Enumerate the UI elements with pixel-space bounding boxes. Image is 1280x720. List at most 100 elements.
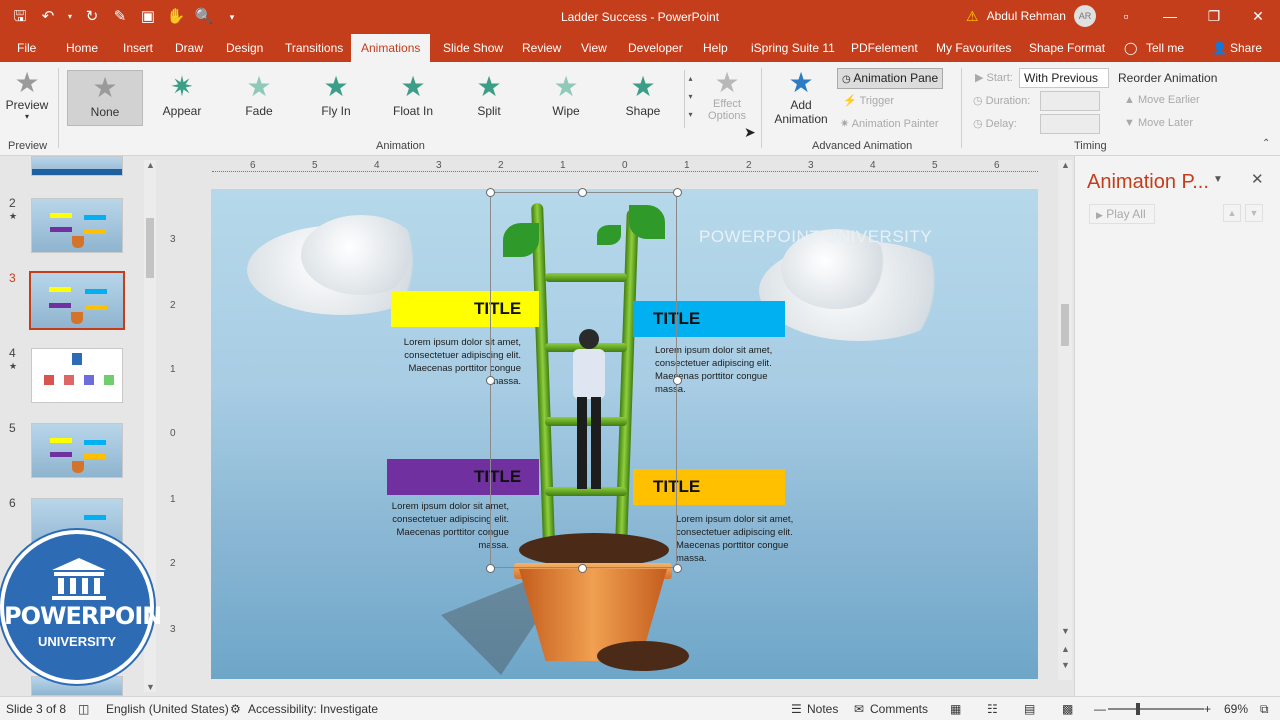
slide[interactable]: POWERPOINT UNIVERSITY TITLE Lorem ipsum … [211, 189, 1038, 679]
tab-slide-show[interactable]: Slide Show [443, 34, 503, 62]
restore-icon[interactable]: ❐ [1192, 0, 1236, 32]
slide-thumbnail-1[interactable] [31, 156, 123, 176]
animation-wipe[interactable]: ★ Wipe [528, 70, 604, 126]
move-earlier-button[interactable]: ▲ Move Earlier [1124, 94, 1200, 106]
tab-help[interactable]: Help [703, 34, 728, 62]
scroll-down-icon[interactable]: ▼ [1061, 626, 1070, 636]
slide-thumbnail-3[interactable] [29, 271, 125, 330]
comments-button[interactable]: Comments [870, 702, 928, 716]
animation-appear[interactable]: ✷ Appear [144, 70, 220, 126]
resize-handle[interactable] [486, 564, 495, 573]
slide-thumbnail-2[interactable] [31, 198, 123, 253]
body-text-3[interactable]: Lorem ipsum dolor sit amet, consectetuer… [375, 500, 509, 552]
reading-view-icon[interactable]: ▤ [1024, 702, 1035, 716]
add-animation-button[interactable]: ★ Add Animation [768, 68, 834, 127]
collapse-ribbon-icon[interactable]: ⌃ [1262, 138, 1270, 149]
zoom-slider[interactable] [1108, 703, 1204, 715]
animation-float-in[interactable]: ★ Float In [375, 70, 451, 126]
avatar[interactable]: AR [1073, 5, 1096, 27]
canvas-scrollbar[interactable]: ▲ ▼ ▲ ▼ [1058, 160, 1072, 680]
animation-painter-button[interactable]: ✷ Animation Painter [840, 117, 939, 130]
scroll-up-icon[interactable]: ▲ [146, 160, 155, 170]
scrollbar-thumb[interactable] [1061, 304, 1069, 346]
preview-button[interactable]: ★ Preview ▾ [4, 68, 50, 122]
tab-developer[interactable]: Developer [628, 34, 683, 62]
move-down-icon[interactable]: ▼ [1245, 204, 1263, 222]
chevron-down-icon[interactable]: ▾ [685, 88, 696, 106]
gallery-more-icon[interactable]: ▾ [685, 106, 696, 124]
next-slide-icon[interactable]: ▼ [1061, 660, 1070, 670]
tab-file[interactable]: File [17, 34, 36, 62]
zoom-level[interactable]: 69% [1224, 702, 1248, 716]
notes-button[interactable]: Notes [807, 702, 838, 716]
previous-slide-icon[interactable]: ▲ [1061, 644, 1070, 654]
accessibility-status[interactable]: Accessibility: Investigate [248, 702, 378, 716]
tab-design[interactable]: Design [226, 34, 263, 62]
tab-ispring[interactable]: iSpring Suite 11 [751, 34, 835, 62]
zoom-in-icon[interactable]: + [1204, 702, 1211, 716]
tab-home[interactable]: Home [66, 34, 98, 62]
user-area[interactable]: ⚠ Abdul Rehman AR [966, 5, 1096, 27]
slide-sorter-icon[interactable]: ☷ [987, 702, 998, 716]
start-select[interactable]: With Previous [1019, 68, 1109, 88]
gallery-scroll[interactable]: ▴ ▾ ▾ [684, 70, 696, 128]
slideshow-view-icon[interactable]: ▩ [1062, 702, 1073, 716]
duration-input[interactable] [1040, 91, 1100, 111]
tab-transitions[interactable]: Transitions [285, 34, 343, 62]
tell-me-search[interactable]: Tell me [1146, 34, 1184, 62]
zoom-slider-thumb[interactable] [1136, 703, 1140, 715]
fit-slide-icon[interactable]: ⧉ [1260, 702, 1269, 717]
body-text-2[interactable]: Lorem ipsum dolor sit amet, consectetuer… [655, 344, 789, 396]
chevron-up-icon[interactable]: ▴ [685, 70, 696, 88]
animation-fade[interactable]: ★ Fade [221, 70, 297, 126]
animation-split[interactable]: ★ Split [451, 70, 527, 126]
minimize-icon[interactable]: — [1148, 0, 1192, 32]
scroll-up-icon[interactable]: ▲ [1061, 160, 1070, 170]
scroll-down-icon[interactable]: ▼ [146, 682, 155, 692]
normal-view-icon[interactable]: ▦ [950, 702, 961, 716]
title-banner-3[interactable]: TITLE [387, 459, 539, 495]
ribbon-display-icon[interactable]: ▫ [1104, 0, 1148, 32]
resize-handle[interactable] [578, 564, 587, 573]
slide-thumbnail-5[interactable] [31, 423, 123, 478]
title-banner-1[interactable]: TITLE [391, 291, 539, 327]
tab-insert[interactable]: Insert [123, 34, 153, 62]
tab-review[interactable]: Review [522, 34, 561, 62]
resize-handle[interactable] [673, 188, 682, 197]
effect-options-button[interactable]: ★ Effect Options [700, 68, 754, 123]
animation-shape[interactable]: ★ Shape [605, 70, 681, 126]
play-all-button[interactable]: ▶ Play All [1089, 204, 1155, 224]
body-text-4[interactable]: Lorem ipsum dolor sit amet, consectetuer… [676, 513, 810, 565]
scrollbar-thumb[interactable] [146, 218, 154, 278]
body-text-1[interactable]: Lorem ipsum dolor sit amet, consectetuer… [387, 336, 521, 388]
animation-none[interactable]: ★ None [67, 70, 143, 126]
pane-close-icon[interactable]: ✕ [1251, 170, 1264, 188]
resize-handle[interactable] [486, 376, 495, 385]
zoom-out-icon[interactable]: — [1094, 702, 1106, 716]
close-icon[interactable]: ✕ [1236, 0, 1280, 32]
tab-my-favourites[interactable]: My Favourites [936, 34, 1011, 62]
animation-fly-in[interactable]: ★ Fly In [298, 70, 374, 126]
slide-thumbnail-4[interactable] [31, 348, 123, 403]
tab-draw[interactable]: Draw [175, 34, 203, 62]
tab-animations[interactable]: Animations [351, 34, 431, 62]
tab-view[interactable]: View [581, 34, 607, 62]
trigger-button[interactable]: ⚡ Trigger [843, 94, 894, 107]
resize-handle[interactable] [673, 376, 682, 385]
resize-handle[interactable] [486, 188, 495, 197]
animation-pane-button[interactable]: ◷ Animation Pane [837, 68, 943, 89]
move-later-button[interactable]: ▼ Move Later [1124, 117, 1193, 129]
tab-shape-format[interactable]: Shape Format [1029, 34, 1105, 62]
resize-handle[interactable] [578, 188, 587, 197]
slide-counter[interactable]: Slide 3 of 8 [6, 702, 66, 716]
tab-pdfelement[interactable]: PDFelement [851, 34, 918, 62]
title-banner-2[interactable]: TITLE [633, 301, 785, 337]
title-banner-4[interactable]: TITLE [633, 469, 785, 505]
delay-input[interactable] [1040, 114, 1100, 134]
move-up-icon[interactable]: ▲ [1223, 204, 1241, 222]
spellcheck-icon[interactable]: ◫ [78, 702, 89, 716]
share-button[interactable]: Share [1230, 34, 1262, 62]
pane-options-icon[interactable]: ▼ [1213, 174, 1223, 185]
language[interactable]: English (United States) [106, 702, 229, 716]
resize-handle[interactable] [673, 564, 682, 573]
